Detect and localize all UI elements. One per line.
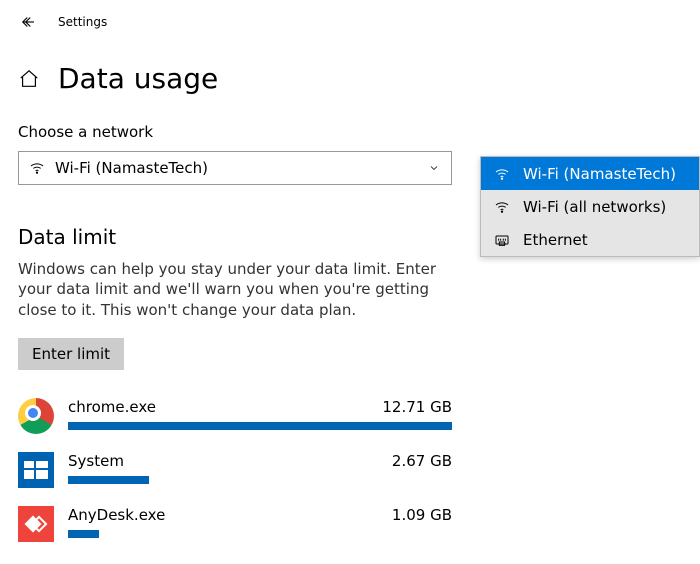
network-option-wifi-namastetech[interactable]: Wi-Fi (NamasteTech)	[481, 157, 699, 190]
ethernet-icon	[493, 232, 511, 248]
app-size: 1.09 GB	[392, 506, 452, 524]
back-arrow-icon	[19, 13, 37, 31]
app-usage-row: AnyDesk.exe 1.09 GB	[18, 506, 452, 542]
data-limit-heading: Data limit	[18, 225, 452, 249]
enter-limit-button[interactable]: Enter limit	[18, 338, 124, 370]
chrome-icon	[18, 398, 54, 434]
anydesk-icon	[18, 506, 54, 542]
usage-bar	[68, 422, 452, 430]
page-title: Data usage	[58, 62, 218, 95]
wifi-icon	[29, 160, 47, 176]
app-usage-list: chrome.exe 12.71 GB System 2.67 GB	[18, 398, 452, 542]
wifi-icon	[493, 166, 511, 182]
data-limit-description: Windows can help you stay under your dat…	[18, 259, 452, 320]
network-label: Choose a network	[18, 123, 452, 141]
app-usage-row: System 2.67 GB	[18, 452, 452, 488]
back-button[interactable]	[18, 12, 38, 32]
window-title: Settings	[58, 15, 107, 29]
chevron-down-icon	[427, 162, 441, 174]
system-icon	[18, 452, 54, 488]
network-option-ethernet[interactable]: Ethernet	[481, 223, 699, 256]
app-usage-row: chrome.exe 12.71 GB	[18, 398, 452, 434]
app-name: chrome.exe	[68, 398, 156, 416]
network-dropdown-popup: Wi-Fi (NamasteTech) Wi-Fi (all networks)…	[480, 156, 700, 257]
app-size: 2.67 GB	[392, 452, 452, 470]
network-combobox[interactable]: Wi-Fi (NamasteTech)	[18, 151, 452, 185]
app-size: 12.71 GB	[382, 398, 452, 416]
app-name: System	[68, 452, 124, 470]
wifi-icon	[493, 199, 511, 215]
usage-bar	[68, 476, 452, 484]
usage-bar	[68, 530, 452, 538]
network-option-wifi-all[interactable]: Wi-Fi (all networks)	[481, 190, 699, 223]
network-combobox-value: Wi-Fi (NamasteTech)	[55, 159, 427, 177]
network-option-label: Wi-Fi (NamasteTech)	[523, 165, 676, 183]
network-option-label: Wi-Fi (all networks)	[523, 198, 666, 216]
app-name: AnyDesk.exe	[68, 506, 165, 524]
home-icon[interactable]	[18, 68, 40, 90]
network-option-label: Ethernet	[523, 231, 588, 249]
